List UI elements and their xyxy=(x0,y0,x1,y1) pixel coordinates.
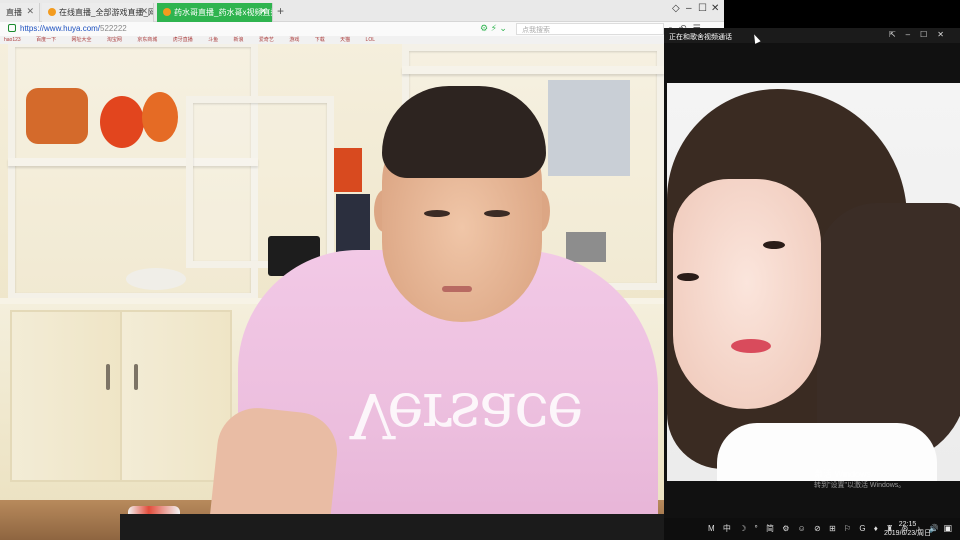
tab-label: 直播 xyxy=(6,8,22,17)
bookmark-item[interactable]: LOL xyxy=(366,37,375,43)
huya-favicon-icon xyxy=(163,8,171,16)
mouse-cursor-icon xyxy=(751,33,761,44)
bookmark-item[interactable]: 京东商城 xyxy=(137,37,157,43)
ime-icon[interactable]: 中 xyxy=(723,524,734,533)
watermark-line: 转到"设置"以激活 Windows。 xyxy=(814,482,906,489)
bookmark-item[interactable]: 新浪 xyxy=(234,37,244,43)
tab-active-stream[interactable]: 药水哥直播_药水哥x视频直播间 ✕ xyxy=(157,3,273,22)
toy-figure xyxy=(142,92,178,142)
clock-date: 2019/6/23/周日 xyxy=(884,530,932,537)
lightning-icon[interactable]: ⚙ ⚡ ⌄ xyxy=(480,23,507,34)
browser-window: 直播 ✕ 在线直播_全部游戏直播_网络游 ✕ 药水哥直播_药水哥x视频直播间 ✕… xyxy=(0,0,724,44)
notification-center-icon[interactable]: ▣ xyxy=(943,523,952,534)
shield-icon[interactable]: ◇ xyxy=(672,3,680,14)
bookmark-item[interactable]: 下载 xyxy=(315,37,325,43)
cabinet-handle xyxy=(106,364,110,390)
clock-time: 22:15 xyxy=(898,521,917,528)
tray-icon[interactable]: ⊞ xyxy=(829,524,839,533)
bookmark-item[interactable]: hao123 xyxy=(4,37,21,43)
model-car xyxy=(566,232,606,262)
tray-icon[interactable]: M xyxy=(708,524,718,533)
activate-windows-watermark: 激活 Windows 转到"设置"以激活 Windows。 xyxy=(814,468,905,492)
guest-lips xyxy=(731,339,771,353)
snack-bag xyxy=(334,148,362,192)
maximize-button[interactable]: ☐ xyxy=(698,3,707,14)
bookmark-item[interactable]: 虎牙直播 xyxy=(173,37,193,43)
bookmark-item[interactable]: 斗鱼 xyxy=(208,37,218,43)
bookmark-item[interactable]: 百度一下 xyxy=(36,37,56,43)
emoji-icon[interactable]: ☺ xyxy=(798,524,809,533)
guest-eye xyxy=(677,273,699,281)
call-title: 正在和歌舍视频通话 xyxy=(669,34,732,41)
call-window-controls: ⇱–☐✕ xyxy=(889,30,954,39)
url-path: 522222 xyxy=(100,24,127,33)
photo-frame xyxy=(548,80,630,176)
maximize-button[interactable]: ☐ xyxy=(920,30,937,39)
close-icon[interactable]: ✕ xyxy=(26,6,34,17)
tray-icon[interactable]: 简 xyxy=(766,524,777,533)
shirt-print: Versace xyxy=(350,379,582,452)
tray-icon[interactable]: ♦ xyxy=(874,524,881,533)
settings-icon[interactable]: ⚙ xyxy=(782,524,792,533)
guest-face xyxy=(673,179,821,409)
tab-game-live[interactable]: 在线直播_全部游戏直播_网络游 ✕ xyxy=(42,3,154,22)
bookmark-item[interactable]: 淘宝网 xyxy=(107,37,122,43)
watermark-line: 激活 Windows xyxy=(814,469,872,479)
bookmark-item[interactable]: 网址大全 xyxy=(71,37,91,43)
moon-icon[interactable]: ☽ xyxy=(739,524,749,533)
tab-label: 药水哥直播_药水哥x视频直播间 xyxy=(174,8,272,17)
tab-bar: 直播 ✕ 在线直播_全部游戏直播_网络游 ✕ 药水哥直播_药水哥x视频直播间 ✕… xyxy=(0,0,724,22)
tray-icon[interactable]: ⊘ xyxy=(814,524,824,533)
minimize-button[interactable]: – xyxy=(686,3,692,14)
toy-bag xyxy=(26,88,88,144)
shelf-board xyxy=(402,66,664,74)
bookmarks-bar: hao123 百度一下 网址大全 淘宝网 京东商城 虎牙直播 斗鱼 新浪 爱奇艺… xyxy=(0,36,664,44)
cabinet-handle xyxy=(134,364,138,390)
close-icon[interactable]: ✕ xyxy=(259,6,267,17)
lock-icon xyxy=(8,24,16,32)
url-text[interactable]: https://www.huya.com/522222 xyxy=(20,24,127,33)
new-tab-button[interactable]: + xyxy=(277,4,284,18)
guest-eye xyxy=(763,241,785,249)
flag-icon[interactable]: ⚐ xyxy=(844,524,854,533)
taskbar: M 中 ☽ ° 简 ⚙ ☺ ⊘ ⊞ ⚐ G ♦ ♜ ⊛ ♪ 🔊 22:15 20… xyxy=(664,518,960,540)
call-titlebar[interactable]: 正在和歌舍视频通话 ⇱–☐✕ xyxy=(664,28,960,44)
book-box xyxy=(336,194,370,258)
google-icon[interactable]: G xyxy=(859,524,868,533)
bookmark-item[interactable]: 天猫 xyxy=(340,37,350,43)
close-button[interactable]: ✕ xyxy=(937,30,954,39)
minimize-button[interactable]: – xyxy=(906,30,920,39)
bookmark-item[interactable]: 游戏 xyxy=(289,37,299,43)
close-icon[interactable]: ✕ xyxy=(140,6,148,17)
close-button[interactable]: ✕ xyxy=(711,3,719,14)
desk xyxy=(120,514,664,540)
person-eye xyxy=(424,210,450,217)
huya-favicon-icon xyxy=(48,8,56,16)
cabinet-door xyxy=(10,310,122,482)
video-call-window: 正在和歌舍视频通话 ⇱–☐✕ 激活 Windows 转到"设置"以激活 Wind… xyxy=(664,28,960,518)
clock[interactable]: 22:15 2019/6/23/周日 xyxy=(884,520,931,538)
address-bar[interactable]: https://www.huya.com/522222 ⚙ ⚡ ⌄ 点我搜索 ⌕… xyxy=(0,22,724,36)
bookmark-item[interactable]: 爱奇艺 xyxy=(259,37,274,43)
url-host: https://www.huya.com/ xyxy=(20,24,101,33)
stream-video[interactable]: Versace xyxy=(0,0,664,540)
search-input[interactable]: 点我搜索 xyxy=(516,23,664,35)
person-eye xyxy=(484,210,510,217)
toy-figure xyxy=(100,96,144,148)
call-video-feed[interactable] xyxy=(667,83,960,481)
tab-live[interactable]: 直播 ✕ xyxy=(0,3,40,22)
tray-icon[interactable]: ° xyxy=(755,524,761,533)
popout-icon[interactable]: ⇱ xyxy=(889,30,906,39)
plate xyxy=(126,268,186,290)
person-mouth xyxy=(442,286,472,292)
